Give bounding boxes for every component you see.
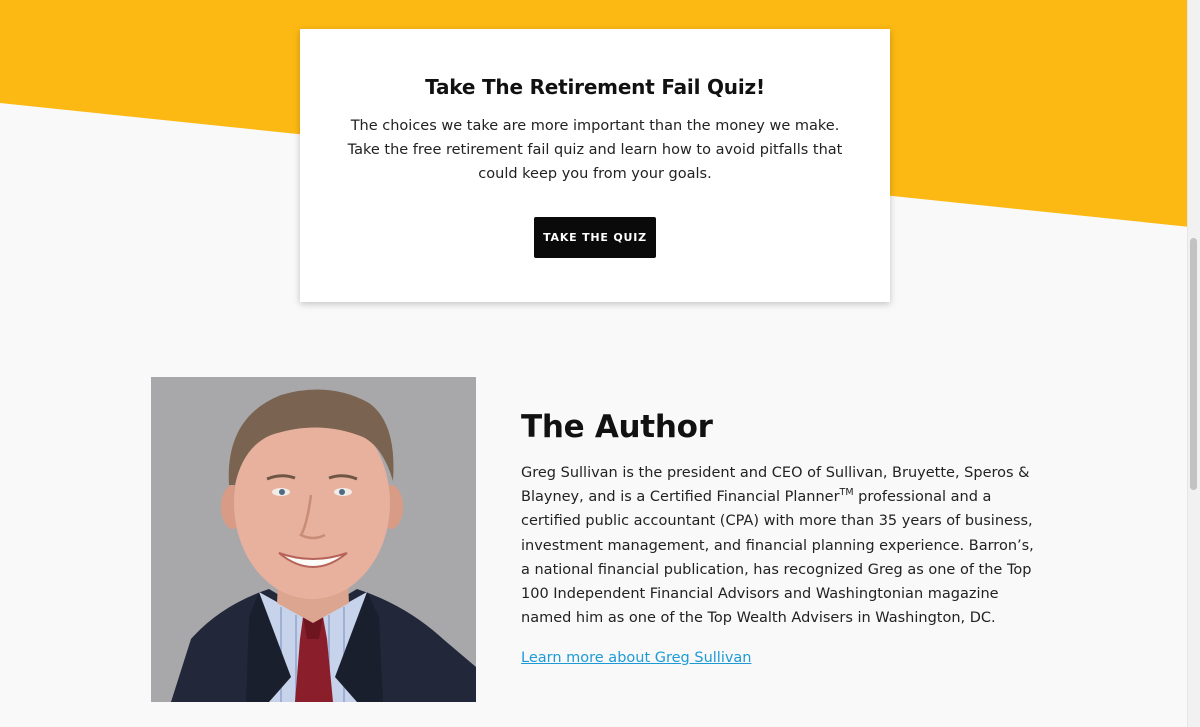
learn-more-link[interactable]: Learn more about Greg Sullivan [521,646,752,670]
quiz-title: Take The Retirement Fail Quiz! [425,75,765,99]
take-quiz-button[interactable]: TAKE THE QUIZ [534,217,656,258]
author-photo [151,377,476,702]
scrollbar-thumb[interactable] [1190,238,1197,490]
author-portrait-image [151,377,476,702]
author-bio-part2: professional and a certified public acco… [521,489,1034,627]
quiz-description: The choices we take are more important t… [347,118,843,182]
author-heading: The Author [521,409,713,445]
author-bio: Greg Sullivan is the president and CEO o… [521,461,1041,630]
trademark-superscript: TM [839,487,854,499]
quiz-card: Take The Retirement Fail Quiz! The choic… [300,29,890,302]
page-scrollbar[interactable] [1187,0,1200,727]
